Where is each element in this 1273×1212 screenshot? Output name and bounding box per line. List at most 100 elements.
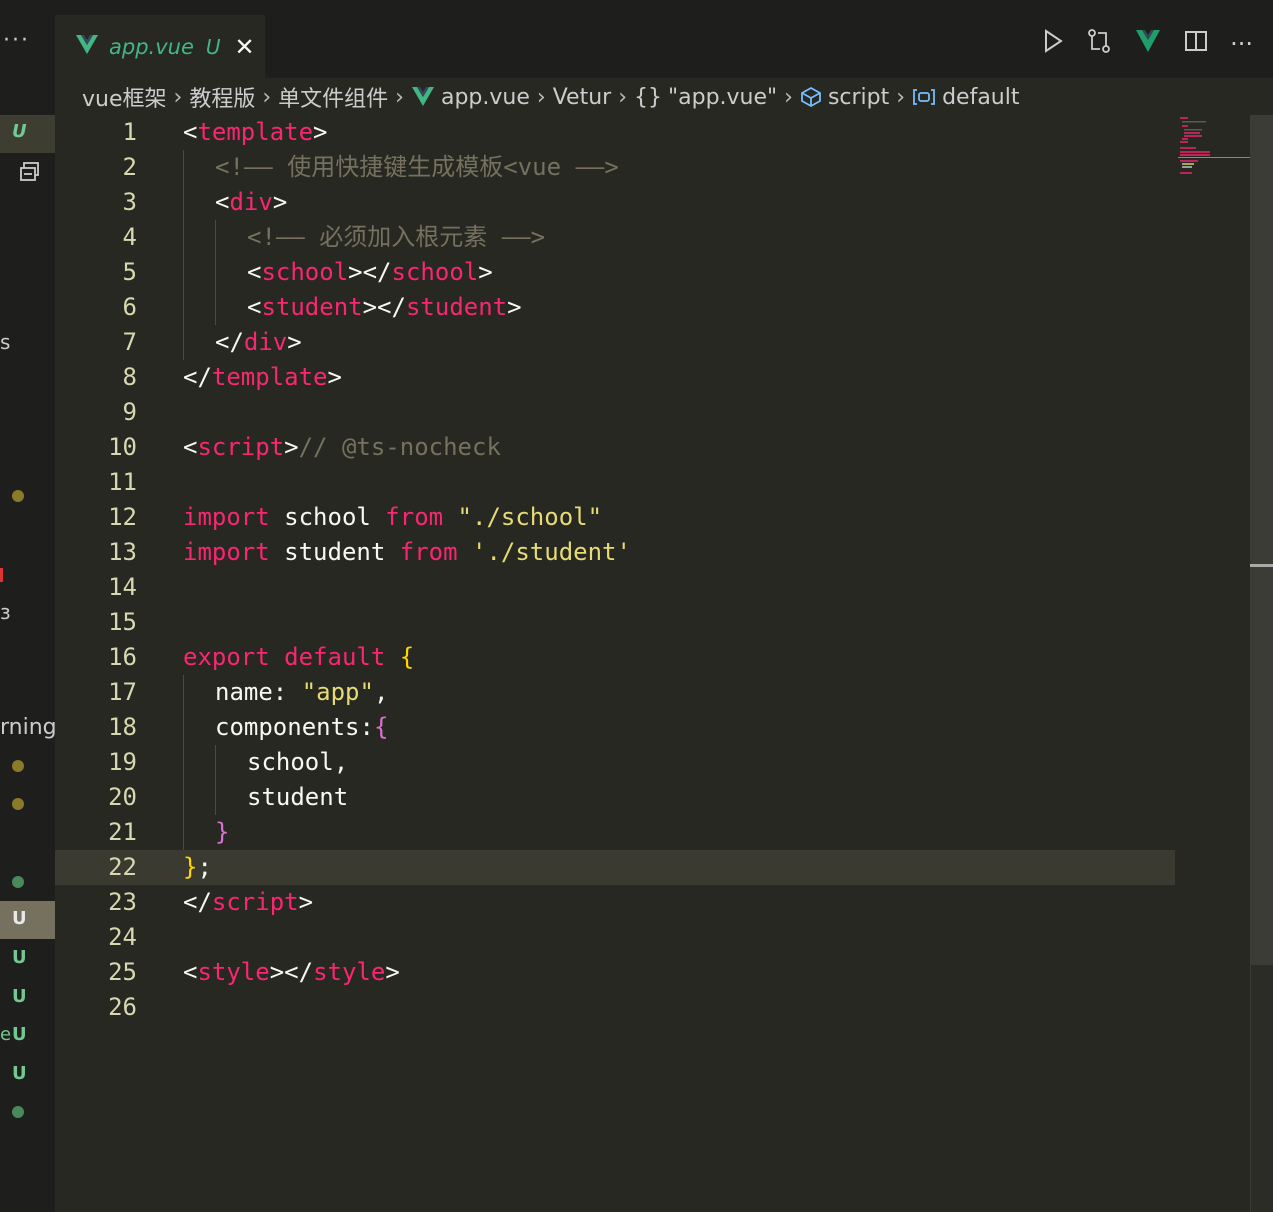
breadcrumb-item[interactable]: {} "app.vue" [634,85,777,110]
code-token: // @ts-nocheck [298,433,501,461]
code-line[interactable]: 5 <school></school> [55,255,1175,290]
breadcrumb-item[interactable]: app.vue [411,85,530,110]
breadcrumb-item[interactable]: script [800,85,889,110]
editor-actions: ··· [1042,28,1253,60]
code-line[interactable]: 1 <template> [55,115,1175,150]
code-token: "./school" [457,503,603,531]
line-number: 24 [108,923,137,951]
code-line[interactable]: 13 import student from './student' [55,535,1175,570]
code-line[interactable]: 16 export default { [55,640,1175,675]
run-icon[interactable] [1042,29,1064,59]
code-line[interactable]: 17 name: "app", [55,675,1175,710]
variable-icon [913,89,935,105]
explorer-selected-row[interactable]: U [0,115,55,153]
code-token: <!—— 使用快捷键生成模板<vue ——> [215,153,619,181]
line-number: 14 [108,573,137,601]
explorer-selected-file[interactable]: U [0,901,55,939]
code-line[interactable]: 19 school, [55,745,1175,780]
code-line[interactable]: 21} [55,815,1175,850]
untracked-badge: U [12,121,27,142]
code-line[interactable]: 11 [55,465,1175,500]
code-line[interactable]: 26 [55,990,1175,1025]
code-line[interactable]: 8 </template> [55,360,1175,395]
breadcrumb-item[interactable]: Vetur [553,85,612,110]
code-line[interactable]: 20 student [55,780,1175,815]
code-token: > [287,328,302,356]
scrollbar-thumb[interactable] [1250,115,1273,965]
untracked-dot [12,1106,24,1118]
line-number: 7 [122,328,137,356]
editor-tab-bar: ··· app.vue U ✕ ··· [0,0,1273,78]
breadcrumb-item[interactable]: 教程版 [189,81,255,113]
breadcrumb-item[interactable]: default [912,85,1020,110]
code-text: <!—— 使用快捷键生成模板<vue ——> [215,150,619,185]
explorer-item-warning[interactable]: rning [0,715,55,740]
error-marker [0,568,3,582]
code-token: script [211,888,299,916]
explorer-item-fragment[interactable]: e [0,1024,11,1045]
code-text: </div> [215,325,302,360]
code-token: ></ [348,258,392,286]
line-number: 12 [108,503,137,531]
code-token: template [211,363,328,391]
code-editor[interactable]: 1 <template> 2 <!—— 使用快捷键生成模板<vue ——> 3 <div>… [55,115,1250,1212]
code-line[interactable]: 22}; [55,850,1175,885]
code-token: > [385,958,400,986]
code-text: <!—— 必须加入根元素 ——> [247,220,545,255]
line-number: 21 [108,818,137,846]
tab-app-vue[interactable]: app.vue U ✕ [55,15,265,78]
code-token: > [313,118,328,146]
explorer-item-fragment[interactable]: s [0,330,10,354]
code-token: } [215,818,230,846]
code-line[interactable]: 7 </div> [55,325,1175,360]
more-actions-icon[interactable]: ··· [1230,30,1253,58]
chevron-right-icon: › [173,84,183,110]
code-line[interactable]: 4 <!—— 必须加入根元素 ——> [55,220,1175,255]
line-number: 5 [122,258,137,286]
line-number: 2 [122,153,137,181]
code-line[interactable]: 12 import school from "./school" [55,500,1175,535]
code-line[interactable]: 10 <script>// @ts-nocheck [55,430,1175,465]
split-editor-icon[interactable] [1184,29,1208,59]
code-line[interactable]: 18 components:{ [55,710,1175,745]
chevron-right-icon: › [618,84,627,110]
line-number: 16 [108,643,137,671]
line-number: 8 [122,363,137,391]
code-text: <student></student> [247,290,522,325]
close-tab-icon[interactable]: ✕ [235,33,255,61]
code-token: < [247,293,262,321]
line-number: 25 [108,958,137,986]
code-line[interactable]: 25 <style></style> [55,955,1175,990]
code-token: script [197,433,285,461]
code-token: school, [247,748,349,776]
compare-changes-icon[interactable] [1086,28,1112,60]
collapse-all-icon[interactable] [18,160,42,184]
untracked-badge: U [12,1024,27,1045]
breadcrumb-item[interactable]: 单文件组件 [278,81,388,113]
code-text: import student from './student' [183,535,631,570]
code-text: name: "app", [215,675,388,710]
code-line[interactable]: 24 [55,920,1175,955]
breadcrumb-item[interactable]: vue框架 [82,81,167,113]
scrollbar-cursor-marker [1250,564,1273,567]
explorer-item-fragment[interactable]: ɜ [0,600,11,624]
untracked-badge: U [12,908,27,929]
code-token: > [507,293,522,321]
code-line[interactable]: 9 [55,395,1175,430]
code-line[interactable]: 2 <!—— 使用快捷键生成模板<vue ——> [55,150,1175,185]
chevron-right-icon: › [395,84,404,110]
more-actions-icon[interactable]: ··· [3,28,30,53]
code-line[interactable]: 6 <student></student> [55,290,1175,325]
code-token: , [373,678,389,706]
modified-dot [12,760,24,772]
code-line[interactable]: 15 [55,605,1175,640]
code-text: export default { [183,640,414,675]
code-line[interactable]: 14 [55,570,1175,605]
vetur-icon[interactable] [1134,28,1162,60]
minimap[interactable] [1178,115,1250,175]
code-token: < [215,188,230,216]
modified-dot [12,490,24,502]
code-line[interactable]: 23 </script> [55,885,1175,920]
code-line[interactable]: 3 <div> [55,185,1175,220]
